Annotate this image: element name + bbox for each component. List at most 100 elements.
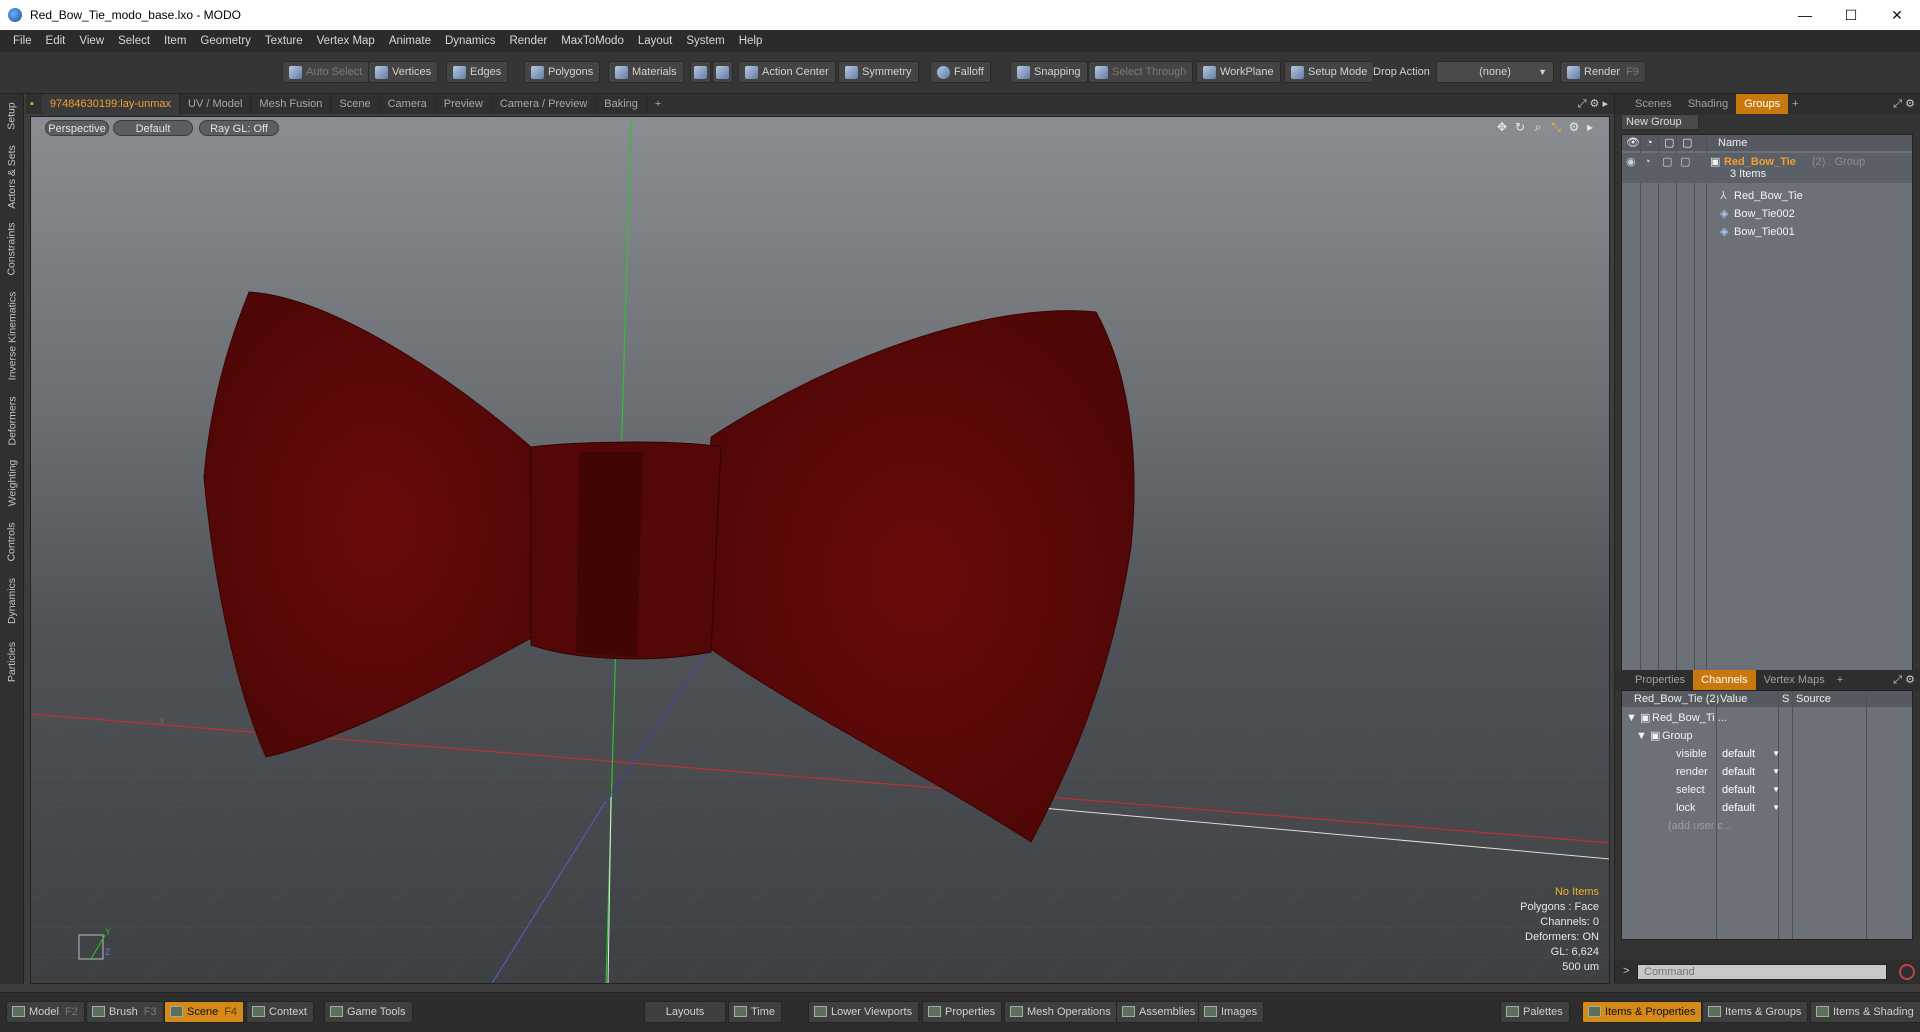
tab-inverse-kinematics[interactable]: Inverse Kinematics [0, 284, 24, 388]
mesh-operations-button[interactable]: Mesh Operations [1004, 1001, 1118, 1023]
menu-vertex-map[interactable]: Vertex Map [310, 30, 382, 52]
render-col-icon[interactable]: ◔ [1646, 135, 1653, 151]
panel-options-icon[interactable]: ⤢ ⚙ [1893, 97, 1915, 111]
minimize-button[interactable]: — [1782, 0, 1828, 30]
lock-toggle-icon[interactable]: ▢ [1662, 153, 1672, 171]
visibility-col-icon[interactable]: 👁 [1626, 135, 1640, 151]
snapping-button[interactable]: Snapping [1010, 61, 1088, 83]
tab-preview[interactable]: Preview [436, 94, 492, 114]
add-user-channel-row[interactable]: (add user c... [1622, 817, 1912, 835]
group-child-row[interactable]: ⅄ Red_Bow_Tie [1622, 187, 1912, 205]
tab-scene[interactable]: Scene [331, 94, 380, 114]
menu-item[interactable]: Item [157, 30, 193, 52]
menu-select[interactable]: Select [111, 30, 157, 52]
symmetry-button[interactable]: Symmetry [838, 61, 919, 83]
select-value-select[interactable]: default ▼ [1718, 782, 1782, 798]
expand-triangle-icon[interactable]: ▼ [1636, 727, 1647, 745]
setup-mode-button[interactable]: Setup Mode [1284, 61, 1375, 83]
zoom-icon[interactable]: ⌕ [1531, 120, 1545, 134]
menu-animate[interactable]: Animate [382, 30, 438, 52]
visibility-toggle-icon[interactable]: ◉ [1626, 153, 1636, 171]
lock-value-select[interactable]: default ▼ [1718, 800, 1782, 816]
game-tools-layout-button[interactable]: Game Tools [324, 1001, 413, 1023]
channel-group-row[interactable]: ▼ ▣ Group [1622, 727, 1912, 745]
menu-view[interactable]: View [72, 30, 111, 52]
polygons-button[interactable]: Polygons [524, 61, 601, 83]
lower-viewports-button[interactable]: Lower Viewports [808, 1001, 920, 1023]
render-value-select[interactable]: default ▼ [1718, 764, 1782, 780]
pan-icon[interactable]: ✥ [1495, 120, 1509, 134]
tab-deformers[interactable]: Deformers [0, 392, 24, 450]
items-groups-button[interactable]: Items & Groups [1702, 1001, 1809, 1023]
brush-layout-button[interactable]: Brush F3 [86, 1001, 164, 1023]
properties-button[interactable]: Properties [922, 1001, 1003, 1023]
model-layout-button[interactable]: Model F2 [6, 1001, 85, 1023]
menu-geometry[interactable]: Geometry [193, 30, 258, 52]
menu-render[interactable]: Render [502, 30, 554, 52]
shading-mode-button[interactable]: Default [113, 120, 193, 136]
expand-triangle-icon[interactable]: ▼ [1626, 709, 1637, 727]
maximize-button[interactable]: ☐ [1828, 0, 1874, 30]
tab-baking[interactable]: Baking [596, 94, 647, 114]
add-panel-tab-button[interactable]: + [1788, 94, 1802, 114]
3d-viewport[interactable]: ◦ Perspective Default Ray GL: Off ✥ ↻ ⌕ … [30, 116, 1610, 984]
tab-actors-sets[interactable]: Actors & Sets [0, 140, 24, 214]
tab-channels[interactable]: Channels [1693, 670, 1756, 690]
items-properties-button[interactable]: Items & Properties [1582, 1001, 1703, 1023]
lock-col-icon[interactable]: ▢ [1664, 135, 1674, 151]
fit-icon[interactable]: ⤡ [1549, 120, 1563, 134]
name-column-header[interactable]: Name [1718, 135, 1747, 151]
auto-select-button[interactable]: Auto Select [282, 61, 370, 83]
falloff-button[interactable]: Falloff [930, 61, 991, 83]
raygl-button[interactable]: Ray GL: Off [199, 120, 279, 136]
assemblies-button[interactable]: Assemblies [1116, 1001, 1203, 1023]
tab-lay-unmax[interactable]: 97484630199:lay-unmax [41, 94, 180, 114]
materials-button[interactable]: Materials [608, 61, 684, 83]
tab-setup[interactable]: Setup [0, 96, 24, 136]
new-group-button[interactable]: New Group [1621, 114, 1699, 130]
add-channels-tab-button[interactable]: + [1833, 670, 1847, 690]
tab-weighting[interactable]: Weighting [0, 454, 24, 512]
palettes-button[interactable]: Palettes [1500, 1001, 1570, 1023]
items-shading-button[interactable]: Items & Shading [1810, 1001, 1920, 1023]
channels-options-icon[interactable]: ⤢ ⚙ [1893, 673, 1915, 687]
record-macro-icon[interactable] [1899, 964, 1915, 980]
viewport-maximize-icon[interactable]: ⤢ ⚙ ▸ [1578, 97, 1608, 111]
tab-properties[interactable]: Properties [1627, 670, 1693, 690]
action-center-button[interactable]: Action Center [738, 61, 836, 83]
viewport-settings-icon[interactable]: ⚙ [1567, 120, 1581, 134]
tab-groups[interactable]: Groups [1736, 94, 1789, 114]
rotate-icon[interactable]: ↻ [1513, 120, 1527, 134]
tab-uv-model[interactable]: UV / Model [180, 94, 252, 114]
tab-shading[interactable]: Shading [1680, 94, 1736, 114]
tab-controls[interactable]: Controls [0, 516, 24, 568]
group-row-red-bow-tie[interactable]: ◉ ◔ ▢ ▢ ▣ Red_Bow_Tie (2) : Group 3 Item… [1622, 153, 1912, 183]
time-button[interactable]: Time [728, 1001, 783, 1023]
tab-vertex-maps[interactable]: Vertex Maps [1756, 670, 1833, 690]
menu-help[interactable]: Help [732, 30, 770, 52]
tab-constraints[interactable]: Constraints [0, 218, 24, 280]
workplane-button[interactable]: WorkPlane [1196, 61, 1281, 83]
menu-layout[interactable]: Layout [631, 30, 680, 52]
render-toggle-icon[interactable]: ◔ [1644, 153, 1651, 171]
select-toggle-icon[interactable]: ▢ [1680, 153, 1690, 171]
channel-row-select[interactable]: select default ▼ [1622, 781, 1912, 799]
menu-system[interactable]: System [679, 30, 731, 52]
menu-dynamics[interactable]: Dynamics [438, 30, 502, 52]
tab-particles[interactable]: Particles [0, 634, 24, 690]
channel-row-lock[interactable]: lock default ▼ [1622, 799, 1912, 817]
command-input[interactable] [1637, 964, 1887, 980]
select-col-icon[interactable]: ▢ [1682, 135, 1692, 151]
select-through-button[interactable]: Select Through [1088, 61, 1194, 83]
channel-row-visible[interactable]: visible default ▼ [1622, 745, 1912, 763]
group-child-row[interactable]: ◈ Bow_Tie001 [1622, 223, 1912, 241]
viewport-expand-icon[interactable]: ▸ [1583, 120, 1597, 134]
menu-edit[interactable]: Edit [39, 30, 73, 52]
vertices-button[interactable]: Vertices [368, 61, 439, 83]
images-button[interactable]: Images [1198, 1001, 1265, 1023]
add-tab-button[interactable]: + [647, 94, 669, 114]
menu-maxtomodo[interactable]: MaxToModo [554, 30, 631, 52]
edges-button[interactable]: Edges [446, 61, 509, 83]
channel-item-row[interactable]: ▼ ▣ Red_Bow_Ti ... [1622, 709, 1912, 727]
tab-scenes[interactable]: Scenes [1627, 94, 1680, 114]
